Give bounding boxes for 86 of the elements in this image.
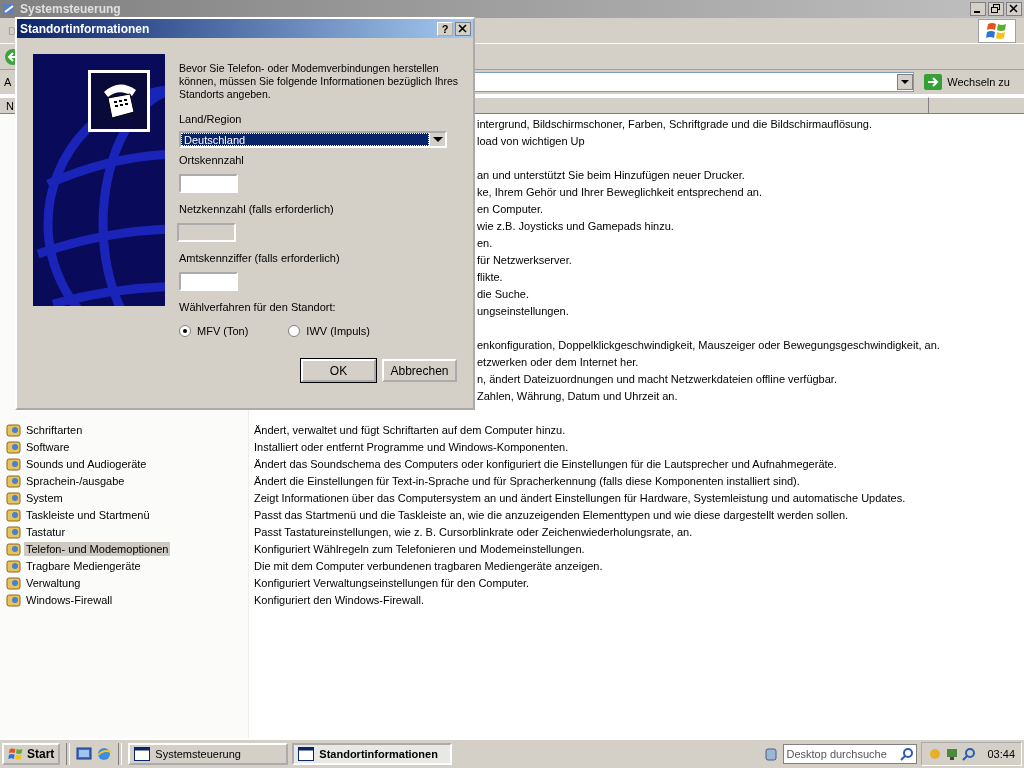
item-description: flikte. [477, 270, 503, 283]
network-icon[interactable] [945, 747, 960, 761]
applet-icon [6, 421, 22, 438]
minimize-button[interactable] [970, 2, 986, 16]
close-button[interactable] [455, 21, 471, 36]
dialog-title: Standortinformationen [20, 21, 151, 36]
applet-icon [6, 472, 22, 489]
input-field[interactable] [179, 174, 238, 193]
applet-icon [6, 455, 22, 472]
item-name[interactable]: Tragbare Mediengeräte [24, 558, 143, 573]
window-title: Systemsteuerung [20, 2, 121, 16]
item-description: wie z.B. Joysticks und Gamepads hinzu. [477, 219, 674, 232]
item-description: en. [477, 236, 493, 249]
radio-option[interactable]: IWV (Impuls) [288, 325, 370, 337]
item-description: Ändert die Einstellungen für Text-in-Sprache und für Spracherkennung (falls diese Komponenten installiert sind). [254, 474, 800, 487]
applet-icon [6, 591, 22, 608]
item-name[interactable]: Windows-Firewall [24, 592, 115, 607]
window-icon [134, 747, 151, 761]
item-description: Zahlen, Währung, Datum und Uhrzeit an. [477, 389, 678, 402]
windows-logo-icon [8, 747, 24, 761]
applet-icon [6, 557, 22, 574]
control-panel-icon [2, 2, 16, 16]
applet-icon [6, 540, 22, 557]
item-description: etzwerken oder dem Internet her. [477, 355, 639, 368]
country-dropdown[interactable]: Deutschland [179, 131, 447, 148]
input-field[interactable] [179, 272, 238, 291]
intro-text: Bevor Sie Telefon- oder Modemverbindungen herstellen können, müssen Sie folgende Informationen bezüglich Ihres Standorts angeben. [179, 62, 459, 101]
help-button[interactable]: ? [437, 21, 453, 36]
field-label: Amtskennziffer (falls erforderlich) [179, 252, 341, 264]
item-name[interactable]: Sprachein-/ausgabe [24, 473, 127, 488]
item-description: en Computer. [477, 202, 544, 215]
field-label: Netzkennzahl (falls erforderlich) [179, 203, 335, 215]
item-description: Die mit dem Computer verbundenen tragbaren Mediengeräte anzeigen. [254, 559, 603, 572]
item-description: ke, Ihrem Gehör und Ihrer Beweglichkeit entsprechend an. [477, 185, 762, 198]
telephone-icon [88, 70, 150, 132]
desktop-icon[interactable] [76, 746, 93, 762]
address-label: A [4, 76, 13, 88]
window-icon [298, 747, 315, 761]
start-button[interactable]: Start [2, 743, 61, 765]
item-description: Installiert oder entfernt Programme und Windows-Komponenten. [254, 440, 569, 453]
dropdown-button[interactable] [897, 73, 914, 91]
item-description: die Suche. [477, 287, 529, 300]
taskbar-button[interactable]: Standortinformationen [292, 743, 453, 765]
item-description: für Netzwerkserver. [477, 253, 572, 266]
item-description: an und unterstützt Sie beim Hinzufügen neuer Drucker. [477, 168, 745, 181]
dialog-button[interactable]: Abbrechen [382, 359, 457, 382]
item-description: n, ändert Dateizuordnungen und macht Netzwerkdateien offline verfügbar. [477, 372, 837, 385]
field-label: Ortskennzahl [179, 154, 245, 166]
item-name[interactable]: Tastatur [24, 524, 68, 539]
item-description: Konfiguriert Verwaltungseinstellungen für den Computer. [254, 576, 530, 589]
caret-icon [432, 136, 443, 143]
item-name[interactable]: Verwaltung [24, 575, 83, 590]
item-description: Passt Tastatureinstellungen, wie z. B. Cursorblinkrate oder Zeichenwiederholungsrate, an. [254, 525, 693, 538]
applet-icon [6, 506, 22, 523]
dialog-button[interactable]: OK [301, 359, 376, 382]
applet-icon [6, 523, 22, 540]
clock: 03:44 [987, 748, 1015, 760]
applet-icon [6, 489, 22, 506]
taskbar-button[interactable]: Systemsteuerung [128, 743, 289, 765]
search-icon[interactable] [962, 747, 977, 761]
field-label: Wählverfahren für den Standort: [179, 301, 337, 313]
close-button[interactable] [1006, 2, 1022, 16]
applet-icon [6, 438, 22, 455]
field-label: Land/Region [179, 113, 243, 125]
item-description: Passt das Startmenü und die Taskleiste an, wie die anzuzeigenden Elementtypen und wie diese dargestellt werden sollen. [254, 508, 849, 521]
tray-icon[interactable] [763, 746, 780, 762]
item-name[interactable]: Taskleiste und Startmenü [24, 507, 152, 522]
windows-logo-icon [986, 20, 1008, 41]
search-icon[interactable] [900, 747, 915, 761]
item-description: load von wichtigen Up [477, 134, 585, 147]
item-description: intergrund, Bildschirmschoner, Farben, Schriftgrade und die Bildschirmauflösung. [477, 117, 872, 130]
restore-button[interactable] [988, 2, 1004, 16]
item-description: Konfiguriert Wählregeln zum Telefonieren und Modemeinstellungen. [254, 542, 585, 555]
item-description: ungseinstellungen. [477, 304, 569, 317]
item-name[interactable]: Software [24, 439, 72, 454]
item-description: Zeigt Informationen über das Computersystem an und ändert Einstellungen für Hardware, Systemleistung und automatische Updates. [254, 491, 906, 504]
radio-option[interactable]: MFV (Ton) [179, 325, 249, 337]
applet-icon [6, 574, 22, 591]
search-field[interactable]: Desktop durchsuche [783, 744, 918, 764]
item-description: Konfiguriert den Windows-Firewall. [254, 593, 424, 606]
item-name[interactable]: Sounds und Audiogeräte [24, 456, 149, 471]
item-description: Ändert das Soundschema des Computers oder konfiguriert die Einstellungen für die Lautsprecher und Aufnahmegeräte. [254, 457, 837, 470]
item-description: enkonfiguration, Doppelklickgeschwindigkeit, Mauszeiger oder Bewegungsgeschwindigkeit, an. [477, 338, 940, 351]
item-description: Ändert, verwaltet und fügt Schriftarten auf dem Computer hinzu. [254, 423, 566, 436]
item-name[interactable]: Schriftarten [24, 422, 85, 437]
item-name[interactable]: System [24, 490, 65, 505]
